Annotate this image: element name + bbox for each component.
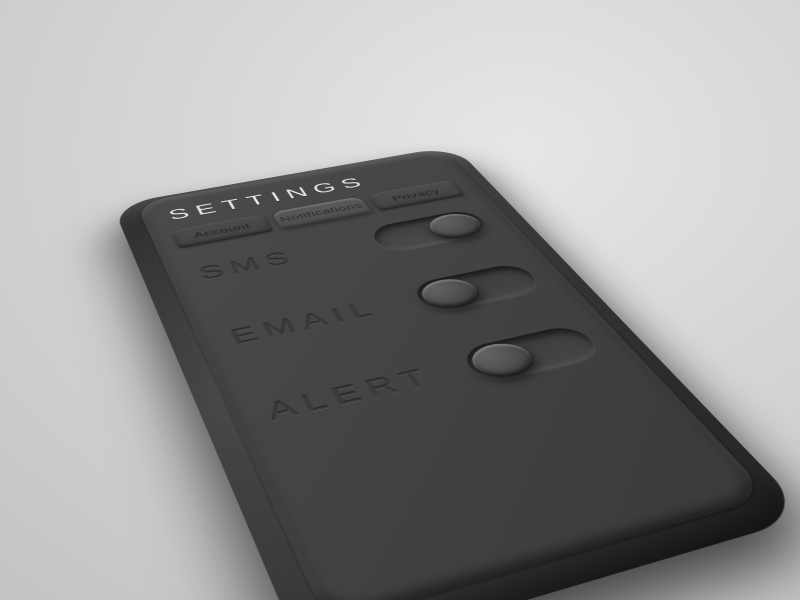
- setting-label: ALERT: [262, 363, 441, 426]
- tab-label: Privacy: [390, 187, 442, 203]
- settings-rows: SMS EMAIL ALERT: [185, 205, 613, 438]
- setting-label: EMAIL: [226, 298, 384, 350]
- toggle-alert[interactable]: [457, 323, 604, 384]
- toggle-knob-icon: [414, 275, 485, 311]
- tab-label: Notifications: [278, 201, 365, 224]
- toggle-email[interactable]: [409, 262, 545, 314]
- toggle-sms[interactable]: [367, 208, 494, 253]
- setting-label: SMS: [196, 247, 302, 284]
- toggle-knob-icon: [423, 211, 488, 241]
- phone: SETTINGS Account Notifications Privacy S…: [112, 146, 800, 600]
- stage: SETTINGS Account Notifications Privacy S…: [0, 0, 800, 600]
- scene: SETTINGS Account Notifications Privacy S…: [112, 146, 800, 600]
- tab-label: Account: [192, 222, 252, 240]
- toggle-knob-icon: [464, 339, 541, 381]
